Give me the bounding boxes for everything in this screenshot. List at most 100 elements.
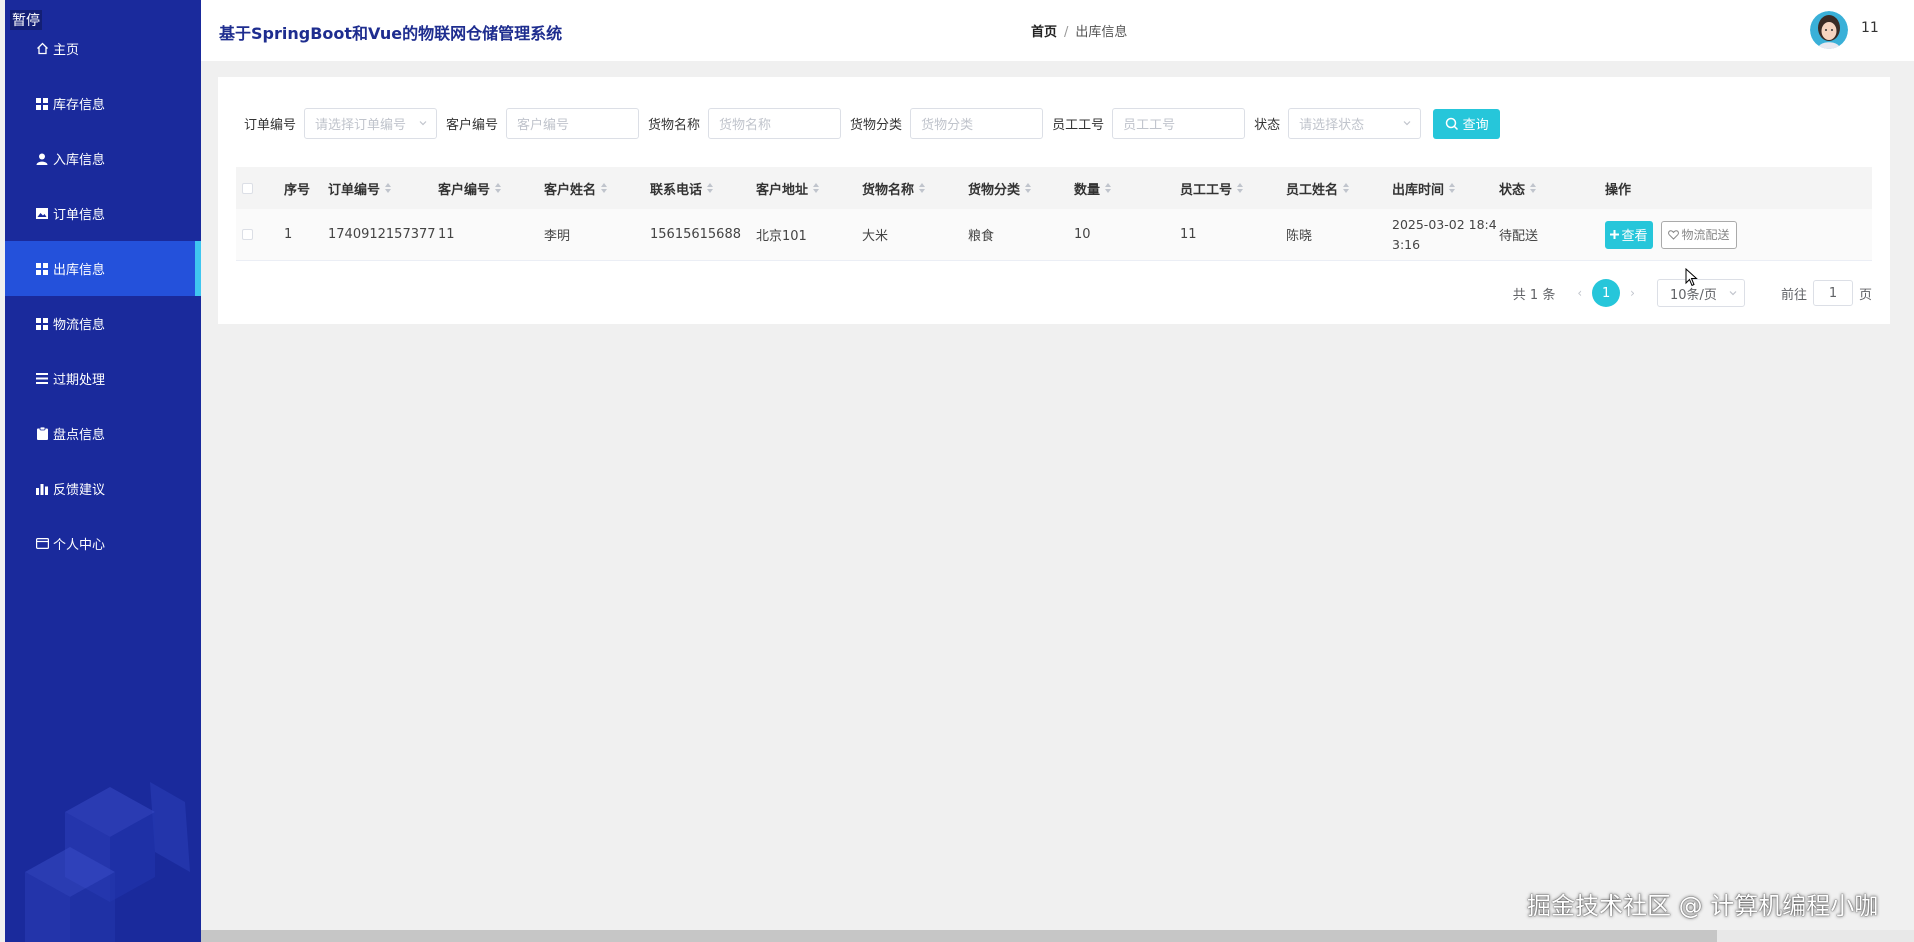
- heart-icon: [1668, 229, 1680, 240]
- horizontal-scrollbar[interactable]: [201, 930, 1914, 942]
- header-order-no-label: 订单编号: [328, 182, 381, 198]
- goods-name-input[interactable]: 货物名称: [708, 108, 842, 139]
- prev-page-icon[interactable]: ‹: [1577, 286, 1582, 300]
- cell-goods-name: 大米: [862, 229, 889, 244]
- sort-icon[interactable]: [813, 183, 820, 193]
- header-status[interactable]: 状态: [1499, 179, 1605, 198]
- pause-label: 暂停: [10, 10, 42, 30]
- row-checkbox[interactable]: [242, 229, 253, 240]
- breadcrumb-home[interactable]: 首页: [1031, 25, 1057, 40]
- sidebar-item-label: 反馈建议: [53, 483, 106, 498]
- goto-page-input[interactable]: 1: [1812, 280, 1853, 306]
- logistics-button[interactable]: 物流配送: [1661, 220, 1737, 249]
- cell-goods-category: 粮食: [968, 229, 995, 244]
- customer-no-input[interactable]: 客户编号: [506, 108, 640, 139]
- header-customer-no-label: 客户编号: [438, 182, 491, 198]
- select-all-cell: [236, 182, 284, 194]
- sidebar-item-profile[interactable]: 个人中心: [5, 516, 201, 571]
- page-size-select[interactable]: 10条/页: [1656, 279, 1745, 307]
- header-employee-name[interactable]: 员工姓名: [1286, 179, 1392, 198]
- sort-icon[interactable]: [1449, 183, 1456, 193]
- header-address[interactable]: 客户地址: [756, 179, 862, 198]
- sort-icon[interactable]: [495, 183, 502, 193]
- status-placeholder: 请选择状态: [1299, 118, 1365, 133]
- sort-icon[interactable]: [1237, 183, 1244, 193]
- view-button[interactable]: 查看: [1605, 220, 1653, 249]
- select-all-checkbox[interactable]: [242, 182, 253, 194]
- sidebar-item-label: 物流信息: [53, 318, 106, 333]
- header-out-time[interactable]: 出库时间: [1392, 179, 1499, 198]
- goods-name-label: 货物名称: [648, 118, 701, 133]
- query-button[interactable]: 查询: [1433, 108, 1501, 139]
- query-button-label: 查询: [1462, 118, 1489, 133]
- sort-icon[interactable]: [385, 183, 392, 193]
- header-quantity[interactable]: 数量: [1074, 179, 1180, 198]
- sort-icon[interactable]: [1530, 183, 1537, 193]
- cell-status: 待配送: [1499, 229, 1539, 244]
- header-goods-name-label: 货物名称: [862, 182, 915, 198]
- sidebar-item-logistics[interactable]: 物流信息: [5, 296, 201, 351]
- sidebar-item-label: 过期处理: [53, 373, 106, 388]
- breadcrumb: 首页 / 出库信息: [1031, 21, 1127, 40]
- sort-icon[interactable]: [1025, 183, 1032, 193]
- list-icon: [35, 372, 49, 386]
- sidebar-item-inbound[interactable]: 入库信息: [5, 131, 201, 186]
- header-out-time-label: 出库时间: [1392, 182, 1445, 198]
- next-page-icon[interactable]: ›: [1630, 286, 1635, 300]
- header-phone[interactable]: 联系电话: [650, 179, 756, 198]
- status-select[interactable]: 请选择状态: [1288, 108, 1422, 139]
- card-icon: [35, 537, 49, 551]
- sidebar-menu: 主页 库存信息 入库信息 订单信息 出库信息 物流信息 过期处理 盘点信息 反馈…: [5, 21, 201, 571]
- grid-icon: [35, 97, 49, 111]
- username[interactable]: 11: [1861, 20, 1879, 36]
- sidebar-item-label: 库存信息: [53, 98, 106, 113]
- status-label: 状态: [1254, 118, 1281, 133]
- avatar[interactable]: [1810, 11, 1848, 49]
- out-time-line1: 2025-03-02 18:4: [1392, 216, 1497, 232]
- main-panel: 订单编号 请选择订单编号 客户编号 客户编号 货物名称 货物名称 货物分类 货物…: [218, 77, 1890, 324]
- order-no-label: 订单编号: [244, 118, 297, 133]
- sidebar-item-outbound[interactable]: 出库信息: [5, 241, 201, 296]
- header-goods-category[interactable]: 货物分类: [968, 179, 1074, 198]
- employee-no-label: 员工工号: [1052, 118, 1105, 133]
- bar-chart-icon: [35, 482, 49, 496]
- header-employee-name-label: 员工姓名: [1286, 182, 1339, 198]
- sidebar-item-inventory[interactable]: 库存信息: [5, 76, 201, 131]
- header-order-no[interactable]: 订单编号: [328, 179, 438, 198]
- sort-icon[interactable]: [707, 183, 714, 193]
- sidebar-item-label: 盘点信息: [53, 428, 106, 443]
- mouse-cursor-icon: [1685, 268, 1698, 287]
- header-address-label: 客户地址: [756, 182, 809, 198]
- sort-icon[interactable]: [1343, 183, 1350, 193]
- chevron-down-icon: [1729, 291, 1737, 296]
- sidebar-item-stocktake[interactable]: 盘点信息: [5, 406, 201, 461]
- cell-actions: 查看 物流配送: [1605, 220, 1805, 249]
- table-header: 序号 订单编号 客户编号 客户姓名 联系电话 客户地址 货物名称 货物分类 数量…: [236, 167, 1872, 209]
- sidebar-item-expired[interactable]: 过期处理: [5, 351, 201, 406]
- scrollbar-thumb[interactable]: [201, 930, 1717, 942]
- sort-icon[interactable]: [1105, 183, 1112, 193]
- header-customer-no[interactable]: 客户编号: [438, 179, 544, 198]
- cell-out-time: 2025-03-02 18:4 3:16: [1392, 215, 1499, 255]
- decoration-graphic: [25, 782, 190, 942]
- cell-quantity: 10: [1074, 227, 1091, 242]
- pagination-total: 共 1 条: [1512, 287, 1556, 303]
- header-goods-name[interactable]: 货物名称: [862, 179, 968, 198]
- header-actions: 操作: [1605, 179, 1805, 198]
- sidebar-item-feedback[interactable]: 反馈建议: [5, 461, 201, 516]
- goods-category-input[interactable]: 货物分类: [910, 108, 1044, 139]
- header-employee-no[interactable]: 员工工号: [1180, 179, 1286, 198]
- cell-address: 北京101: [756, 229, 807, 244]
- header-customer-name[interactable]: 客户姓名: [544, 179, 650, 198]
- sidebar-item-label: 订单信息: [53, 208, 106, 223]
- page-number-current[interactable]: 1: [1592, 279, 1621, 307]
- sidebar-item-orders[interactable]: 订单信息: [5, 186, 201, 241]
- search-form: 订单编号 请选择订单编号 客户编号 客户编号 货物名称 货物名称 货物分类 货物…: [244, 108, 1501, 139]
- employee-no-input[interactable]: 员工工号: [1112, 108, 1246, 139]
- header: 基于SpringBoot和Vue的物联网仓储管理系统 首页 / 出库信息 11: [201, 0, 1914, 61]
- sort-icon[interactable]: [919, 183, 926, 193]
- sort-icon[interactable]: [601, 183, 608, 193]
- watermark: 掘金技术社区 @ 计算机编程小咖: [1527, 892, 1879, 920]
- row-select-cell: [236, 229, 284, 240]
- order-no-select[interactable]: 请选择订单编号: [304, 108, 438, 139]
